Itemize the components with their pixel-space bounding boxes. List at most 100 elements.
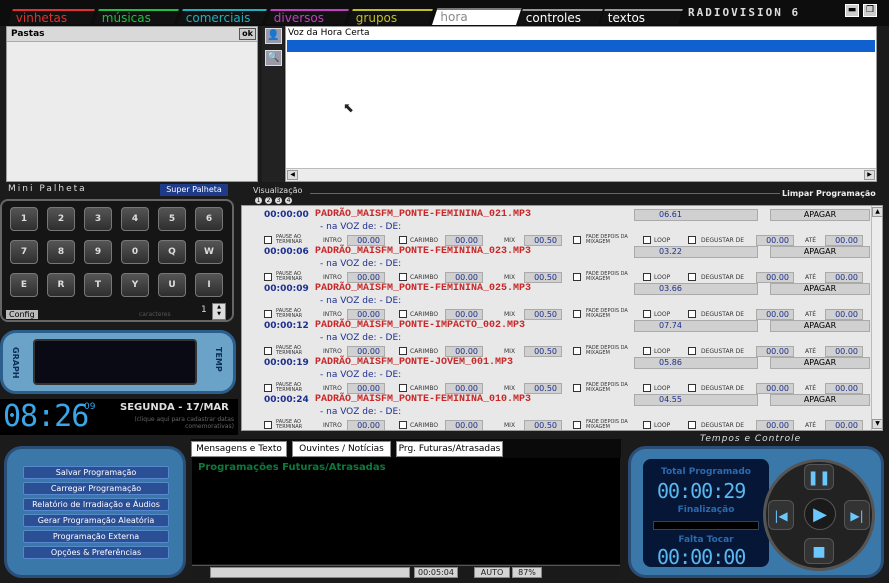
loop-checkbox[interactable] bbox=[643, 310, 651, 318]
key-u[interactable]: U bbox=[158, 273, 186, 297]
loop-checkbox[interactable] bbox=[643, 236, 651, 244]
delete-button[interactable]: APAGAR bbox=[770, 320, 870, 332]
tab-comerciais[interactable]: comerciais bbox=[178, 9, 267, 25]
pause-checkbox[interactable] bbox=[264, 310, 272, 318]
key-q[interactable]: Q bbox=[158, 240, 186, 264]
carimbo-value[interactable]: 00.00 bbox=[445, 309, 483, 320]
degustar-checkbox[interactable] bbox=[688, 310, 696, 318]
key-6[interactable]: 6 bbox=[195, 207, 223, 231]
carimbo-value[interactable]: 00.00 bbox=[445, 235, 483, 246]
loop-checkbox[interactable] bbox=[643, 273, 651, 281]
ate-value[interactable]: 00.00 bbox=[825, 235, 863, 246]
key-4[interactable]: 4 bbox=[121, 207, 149, 231]
mix-value[interactable]: 00.50 bbox=[524, 309, 562, 320]
carimbo-checkbox[interactable] bbox=[399, 421, 407, 429]
pause-checkbox[interactable] bbox=[264, 384, 272, 392]
view-option-3[interactable]: 3 bbox=[275, 197, 282, 204]
playlist-item[interactable]: 00:00:12 PADRÃO_MAISFM_PONTE-IMPACTO_002.… bbox=[242, 320, 872, 357]
degustar-value[interactable]: 00.00 bbox=[756, 235, 794, 246]
entry-file[interactable]: PADRÃO_MAISFM_PONTE-IMPACTO_002.MP3 bbox=[315, 320, 525, 331]
degustar-checkbox[interactable] bbox=[688, 347, 696, 355]
scroll-up-icon[interactable]: ▲ bbox=[872, 207, 882, 217]
play-button[interactable]: ▶ bbox=[804, 498, 836, 530]
entry-file[interactable]: PADRÃO_MAISFM_PONTE-FEMININA_010.MP3 bbox=[315, 394, 531, 405]
key-2[interactable]: 2 bbox=[47, 207, 75, 231]
pause-checkbox[interactable] bbox=[264, 347, 272, 355]
delete-button[interactable]: APAGAR bbox=[770, 209, 870, 221]
carimbo-checkbox[interactable] bbox=[399, 347, 407, 355]
intro-value[interactable]: 00.00 bbox=[347, 420, 385, 430]
key-7[interactable]: 7 bbox=[10, 240, 38, 264]
super-palette-button[interactable]: Super Palheta bbox=[160, 184, 228, 196]
fade-checkbox[interactable] bbox=[573, 273, 581, 281]
carimbo-value[interactable]: 00.00 bbox=[445, 420, 483, 430]
fade-checkbox[interactable] bbox=[573, 236, 581, 244]
intro-value[interactable]: 00.00 bbox=[347, 235, 385, 246]
random-program-button[interactable]: Gerar Programação Aleatória bbox=[23, 514, 169, 527]
folders-panel[interactable]: Pastas ok bbox=[6, 26, 258, 182]
degustar-checkbox[interactable] bbox=[688, 384, 696, 392]
pause-checkbox[interactable] bbox=[264, 273, 272, 281]
delete-button[interactable]: APAGAR bbox=[770, 283, 870, 295]
tab-hora[interactable]: hora bbox=[432, 8, 522, 25]
mix-value[interactable]: 00.50 bbox=[524, 346, 562, 357]
entry-file[interactable]: PADRÃO_MAISFM_PONTE-FEMININA_021.MP3 bbox=[315, 209, 531, 220]
carimbo-value[interactable]: 00.00 bbox=[445, 383, 483, 394]
intro-value[interactable]: 00.00 bbox=[347, 309, 385, 320]
pause-checkbox[interactable] bbox=[264, 236, 272, 244]
mix-value[interactable]: 00.50 bbox=[524, 383, 562, 394]
previous-button[interactable]: |◀ bbox=[768, 500, 794, 530]
playlist-item[interactable]: 00:00:09 PADRÃO_MAISFM_PONTE-FEMININA_025… bbox=[242, 283, 872, 320]
entry-file[interactable]: PADRÃO_MAISFM_PONTE-JOVEM_001.MP3 bbox=[315, 357, 513, 368]
report-button[interactable]: Relatório de Irradiação e Áudios bbox=[23, 498, 169, 511]
selected-row[interactable] bbox=[287, 40, 875, 52]
carimbo-checkbox[interactable] bbox=[399, 384, 407, 392]
options-button[interactable]: Opções & Preferências bbox=[23, 546, 169, 559]
restore-button[interactable]: ❐ bbox=[863, 4, 877, 17]
save-program-button[interactable]: Salvar Programação bbox=[23, 466, 169, 479]
stop-button[interactable]: ■ bbox=[804, 538, 834, 564]
playlist-item[interactable]: 00:00:24 PADRÃO_MAISFM_PONTE-FEMININA_010… bbox=[242, 394, 872, 430]
degustar-value[interactable]: 00.00 bbox=[756, 346, 794, 357]
horizontal-scrollbar[interactable]: ◀ ▶ bbox=[286, 168, 876, 181]
clock-panel[interactable]: 08:26 09 SEGUNDA - 17/MAR (clique aqui p… bbox=[0, 399, 238, 435]
intro-value[interactable]: 00.00 bbox=[347, 383, 385, 394]
ate-value[interactable]: 00.00 bbox=[825, 420, 863, 430]
vertical-scrollbar[interactable]: ▲ ▼ bbox=[871, 206, 882, 430]
loop-checkbox[interactable] bbox=[643, 421, 651, 429]
view-option-4[interactable]: 4 bbox=[285, 197, 292, 204]
key-1[interactable]: 1 bbox=[10, 207, 38, 231]
key-i[interactable]: I bbox=[195, 273, 223, 297]
degustar-value[interactable]: 00.00 bbox=[756, 420, 794, 430]
degustar-checkbox[interactable] bbox=[688, 273, 696, 281]
mix-value[interactable]: 00.50 bbox=[524, 420, 562, 430]
tab-controles[interactable]: controles bbox=[518, 9, 603, 25]
degustar-checkbox[interactable] bbox=[688, 236, 696, 244]
intro-value[interactable]: 00.00 bbox=[347, 346, 385, 357]
entry-file[interactable]: PADRÃO_MAISFM_PONTE-FEMININA_023.MP3 bbox=[315, 246, 531, 257]
key-e[interactable]: E bbox=[10, 273, 38, 297]
view-option-1[interactable]: 1 bbox=[255, 197, 262, 204]
playlist-item[interactable]: 00:00:00 PADRÃO_MAISFM_PONTE-FEMININA_021… bbox=[242, 209, 872, 246]
tab-grupos[interactable]: grupos bbox=[348, 9, 433, 25]
hour-voice-list[interactable]: Voz da Hora Certa ◀ ▶ bbox=[285, 26, 877, 182]
carimbo-value[interactable]: 00.00 bbox=[445, 346, 483, 357]
mix-value[interactable]: 00.50 bbox=[524, 235, 562, 246]
external-program-button[interactable]: Programação Externa bbox=[23, 530, 169, 543]
mix-value[interactable]: 00.50 bbox=[524, 272, 562, 283]
loop-checkbox[interactable] bbox=[643, 347, 651, 355]
search-voice-icon[interactable]: 🔍 bbox=[265, 50, 282, 66]
intro-value[interactable]: 00.00 bbox=[347, 272, 385, 283]
tab-diversos[interactable]: diversos bbox=[266, 9, 349, 25]
clear-program-button[interactable]: Limpar Programação bbox=[782, 189, 876, 198]
key-w[interactable]: W bbox=[195, 240, 223, 264]
scroll-right-icon[interactable]: ▶ bbox=[864, 170, 875, 180]
carimbo-checkbox[interactable] bbox=[399, 310, 407, 318]
carimbo-value[interactable]: 00.00 bbox=[445, 272, 483, 283]
pause-button[interactable]: ❚❚ bbox=[804, 464, 834, 490]
tab-listeners-news[interactable]: Ouvintes / Notícias bbox=[292, 441, 391, 457]
key-5[interactable]: 5 bbox=[158, 207, 186, 231]
ate-value[interactable]: 00.00 bbox=[825, 383, 863, 394]
degustar-value[interactable]: 00.00 bbox=[756, 272, 794, 283]
delete-button[interactable]: APAGAR bbox=[770, 394, 870, 406]
